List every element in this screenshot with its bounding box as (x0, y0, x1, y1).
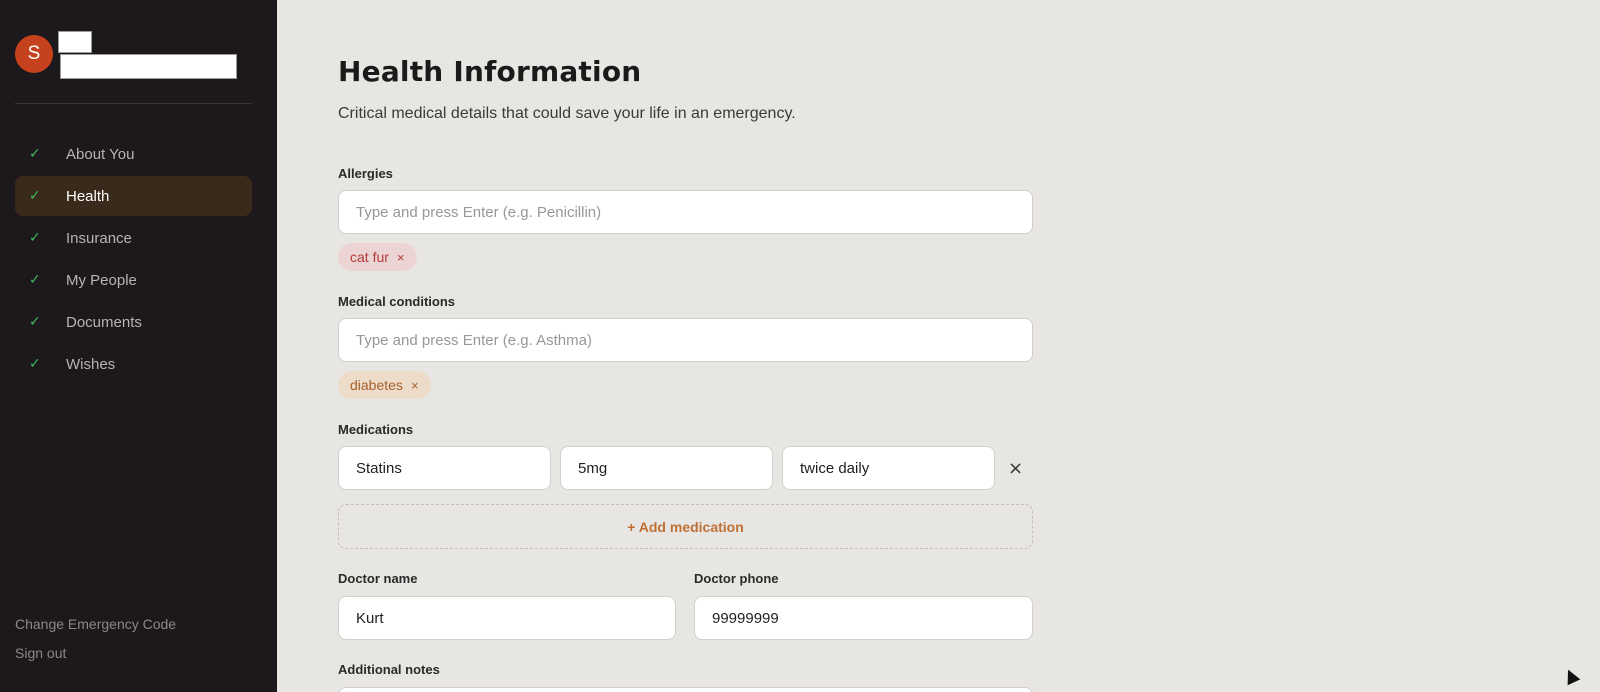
doctor-phone-label: Doctor phone (694, 571, 779, 586)
remove-medication-icon[interactable]: × (1008, 458, 1023, 479)
sidebar-item-my-people[interactable]: ✓ My People (15, 260, 252, 300)
sidebar-item-health[interactable]: ✓ Health (15, 176, 252, 216)
page-subtitle: Critical medical details that could save… (338, 105, 796, 122)
conditions-label: Medical conditions (338, 294, 456, 309)
sidebar-item-insurance[interactable]: ✓ Insurance (15, 218, 252, 258)
allergy-chip: cat fur × (338, 243, 417, 271)
sign-out-link[interactable]: Sign out (15, 645, 66, 661)
allergies-input[interactable]: Type and press Enter (e.g. Penicillin) (338, 190, 1033, 234)
allergies-placeholder: Type and press Enter (e.g. Penicillin) (356, 203, 602, 221)
doctor-name-label: Doctor name (338, 571, 418, 586)
additional-notes-input[interactable] (338, 687, 1033, 692)
doctor-phone-input[interactable]: 99999999 (694, 596, 1033, 640)
conditions-placeholder: Type and press Enter (e.g. Asthma) (356, 331, 592, 349)
medication-dose-input[interactable]: 5mg (560, 446, 773, 490)
sidebar-item-label: About You (66, 145, 135, 163)
sidebar-nav: ✓ About You ✓ Health ✓ Insurance ✓ My Pe… (15, 134, 252, 386)
sidebar-item-label: My People (66, 271, 137, 289)
sidebar-item-documents[interactable]: ✓ Documents (15, 302, 252, 342)
avatar[interactable]: S (15, 35, 53, 73)
conditions-input[interactable]: Type and press Enter (e.g. Asthma) (338, 318, 1033, 362)
sidebar-item-label: Wishes (66, 355, 116, 373)
medications-label: Medications (338, 422, 414, 437)
page-title: Health Information (338, 55, 642, 88)
sidebar-item-about-you[interactable]: ✓ About You (15, 134, 252, 174)
doctor-name-input[interactable]: Kurt (338, 596, 676, 640)
check-icon: ✓ (29, 356, 41, 372)
redacted-name-block (58, 31, 92, 53)
allergies-label: Allergies (338, 166, 393, 181)
remove-chip-icon[interactable]: × (397, 250, 405, 265)
sidebar-item-label: Documents (66, 313, 142, 331)
change-emergency-code-link[interactable]: Change Emergency Code (15, 616, 176, 632)
sidebar-item-label: Health (66, 187, 110, 205)
remove-chip-icon[interactable]: × (411, 378, 419, 393)
doctor-name-value: Kurt (356, 609, 384, 627)
check-icon: ✓ (29, 314, 41, 330)
medication-name-value: Statins (356, 459, 402, 477)
check-icon: ✓ (29, 230, 41, 246)
check-icon: ✓ (29, 146, 41, 162)
medication-name-input[interactable]: Statins (338, 446, 551, 490)
medication-frequency-value: twice daily (800, 459, 870, 477)
sidebar-item-wishes[interactable]: ✓ Wishes (15, 344, 252, 384)
medication-frequency-input[interactable]: twice daily (782, 446, 995, 490)
additional-notes-label: Additional notes (338, 662, 440, 677)
redacted-email-block (60, 54, 237, 79)
allergy-chip-label: cat fur (350, 249, 389, 265)
condition-chip-label: diabetes (350, 377, 403, 393)
main-content: Health Information Critical medical deta… (277, 0, 1600, 692)
sidebar-item-label: Insurance (66, 229, 132, 247)
add-medication-button[interactable]: + Add medication (338, 504, 1033, 549)
condition-chip: diabetes × (338, 371, 431, 399)
medication-dose-value: 5mg (578, 459, 608, 477)
sidebar-divider (15, 103, 252, 104)
check-icon: ✓ (29, 272, 41, 288)
sidebar: S ✓ About You ✓ Health ✓ Insurance ✓ My … (0, 0, 277, 692)
check-icon: ✓ (29, 188, 41, 204)
doctor-phone-value: 99999999 (712, 609, 779, 627)
